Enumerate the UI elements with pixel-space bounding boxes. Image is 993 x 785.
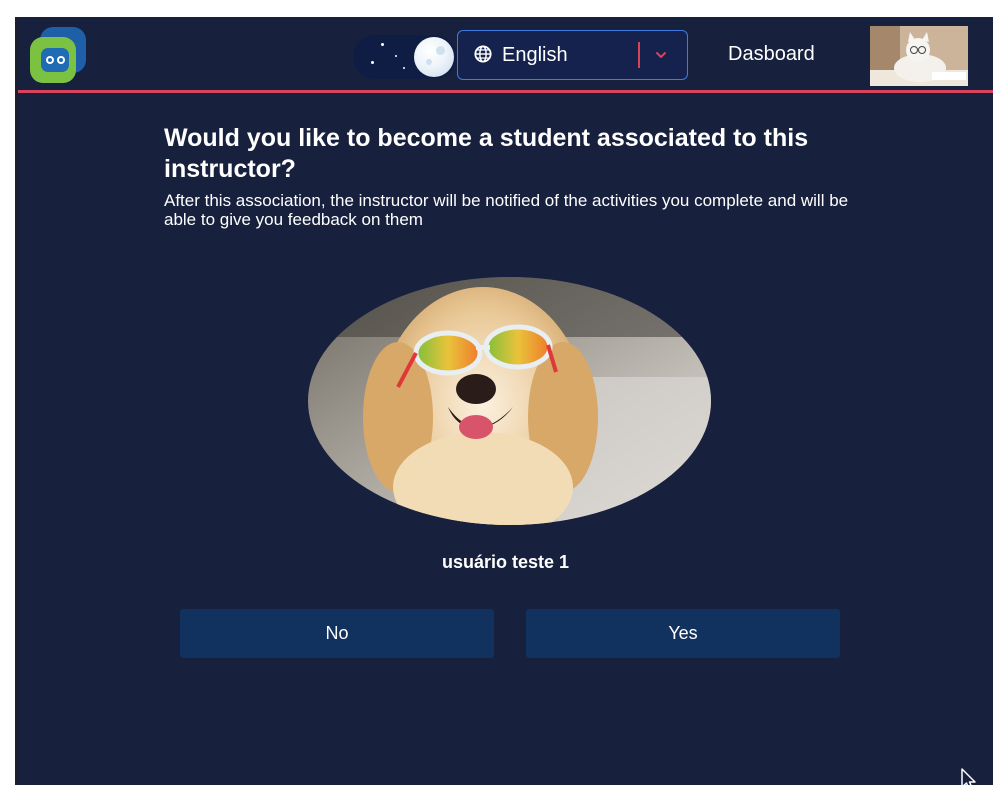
user-avatar[interactable] (870, 26, 968, 86)
globe-icon (474, 45, 492, 63)
star-icon (381, 43, 384, 46)
navbar: English Dasboard (18, 17, 993, 93)
chevron-down-icon[interactable] (654, 48, 668, 62)
page-description: After this association, the instructor w… (164, 191, 849, 229)
star-icon (403, 67, 405, 69)
instructor-photo (308, 277, 711, 525)
star-icon (395, 55, 397, 57)
app-window: English Dasboard Would you like to becom… (18, 17, 993, 785)
app-logo-icon[interactable] (28, 25, 94, 85)
page-title: Would you like to become a student assoc… (164, 124, 809, 183)
left-strip (0, 0, 15, 785)
top-strip (0, 0, 993, 17)
language-select[interactable]: English (457, 30, 688, 80)
dashboard-link[interactable]: Dasboard (728, 43, 815, 66)
theme-toggle[interactable] (353, 35, 457, 79)
mouse-cursor-icon (961, 768, 976, 785)
instructor-name: usuário teste 1 (441, 552, 570, 572)
star-icon (371, 61, 374, 64)
no-button[interactable]: No (180, 609, 494, 658)
language-selected-label: English (502, 44, 568, 66)
select-divider (638, 42, 640, 68)
yes-button[interactable]: Yes (526, 609, 840, 658)
association-prompt: Would you like to become a student assoc… (164, 123, 864, 229)
moon-icon (414, 37, 454, 77)
